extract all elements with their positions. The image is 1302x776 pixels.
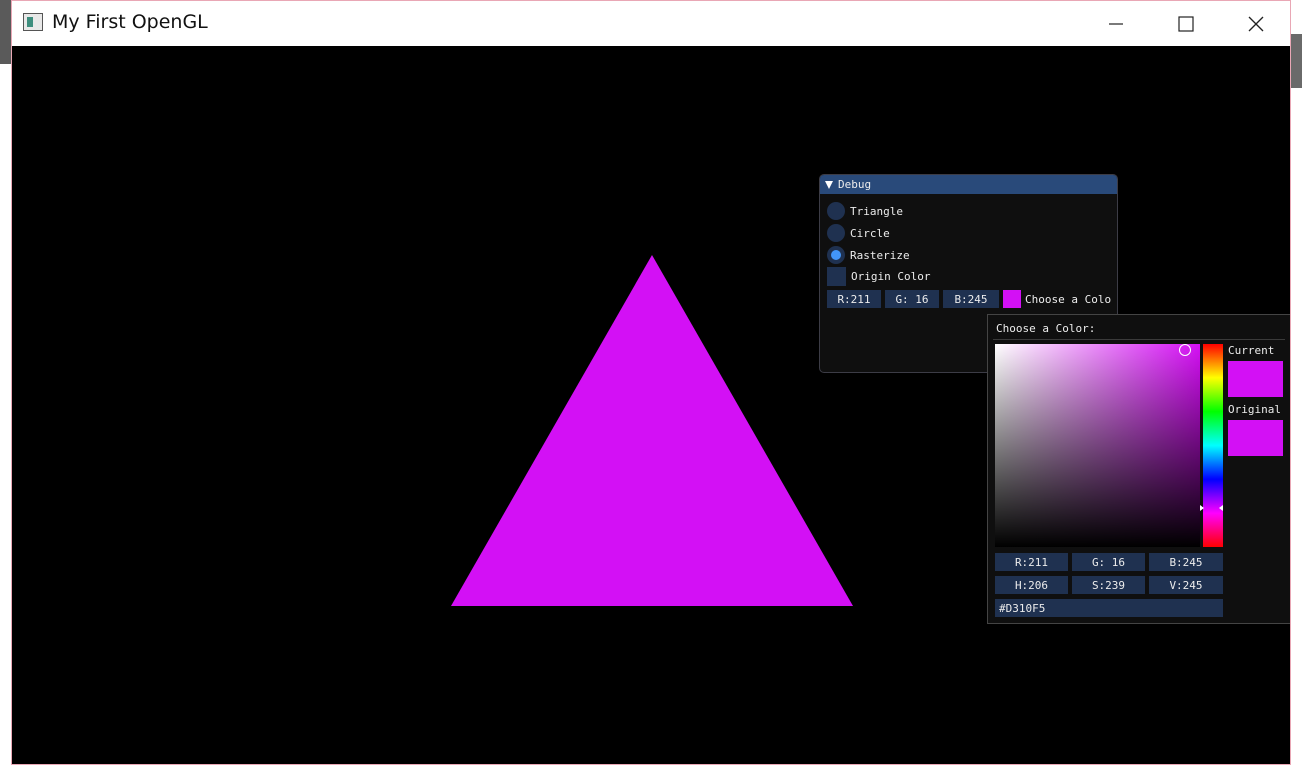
title-bar[interactable]: My First OpenGL: [12, 1, 1290, 46]
option-label: Triangle: [850, 204, 903, 218]
sv-cursor[interactable]: [1179, 344, 1191, 356]
option-label: Circle: [850, 226, 890, 240]
radio-rasterize[interactable]: [827, 246, 845, 264]
option-triangle[interactable]: Triangle: [827, 202, 903, 220]
origin-color-checkbox[interactable]: [827, 267, 846, 286]
current-label: Current: [1228, 344, 1275, 357]
picker-red-field[interactable]: R:211: [995, 553, 1068, 571]
minimize-icon: [1109, 22, 1123, 25]
opengl-viewport[interactable]: Debug Triangle Circle Rasterize Origin C…: [12, 46, 1290, 764]
app-icon: [23, 13, 43, 31]
window-title: My First OpenGL: [52, 11, 208, 33]
hue-marker-right[interactable]: [1219, 505, 1223, 511]
close-button[interactable]: [1221, 1, 1291, 46]
option-circle[interactable]: Circle: [827, 224, 890, 242]
close-icon: [1248, 16, 1264, 31]
picker-separator: [993, 339, 1285, 340]
app-window: My First OpenGL Debug Triangle Circle Ra…: [11, 0, 1291, 765]
collapse-arrow-icon[interactable]: [825, 180, 833, 189]
origin-color-label: Origin Color: [851, 270, 931, 283]
option-rasterize[interactable]: Rasterize: [827, 246, 910, 264]
picker-value-field[interactable]: V:245: [1149, 576, 1223, 594]
maximize-icon: [1178, 15, 1194, 32]
picker-saturation-field[interactable]: S:239: [1072, 576, 1145, 594]
desktop-dark-strip-right: [1290, 34, 1302, 88]
hue-bar[interactable]: [1203, 344, 1223, 547]
radio-circle[interactable]: [827, 224, 845, 242]
color-edit-label: Choose a Colo: [1025, 292, 1112, 306]
original-label: Original: [1228, 403, 1281, 416]
picker-hex-field[interactable]: #D310F5: [995, 599, 1223, 617]
color-edit-row: R:211 G: 16 B:245 Choose a Colo: [827, 290, 1111, 308]
picker-green-field[interactable]: G: 16: [1072, 553, 1145, 571]
current-color-swatch: [1228, 361, 1283, 397]
radio-triangle[interactable]: [827, 202, 845, 220]
picker-hue-field[interactable]: H:206: [995, 576, 1068, 594]
maximize-button[interactable]: [1151, 1, 1221, 46]
debug-title-bar[interactable]: Debug: [820, 175, 1117, 194]
picker-blue-field[interactable]: B:245: [1149, 553, 1223, 571]
desktop-background-right: [1290, 0, 1302, 776]
red-field[interactable]: R:211: [827, 290, 881, 308]
original-color-swatch[interactable]: [1228, 420, 1283, 456]
green-field[interactable]: G: 16: [885, 290, 939, 308]
saturation-value-square[interactable]: [995, 344, 1200, 547]
color-swatch-button[interactable]: [1003, 290, 1021, 308]
blue-field[interactable]: B:245: [943, 290, 999, 308]
rendered-triangle: [451, 255, 853, 606]
origin-color-row[interactable]: Origin Color: [827, 267, 930, 286]
option-label: Rasterize: [850, 248, 910, 262]
hue-marker-left[interactable]: [1200, 505, 1204, 511]
color-picker-popup: Choose a Color: Current Original R:211 G…: [987, 314, 1290, 624]
debug-title: Debug: [838, 178, 872, 191]
minimize-button[interactable]: [1081, 1, 1151, 46]
picker-title: Choose a Color:: [996, 322, 1096, 335]
